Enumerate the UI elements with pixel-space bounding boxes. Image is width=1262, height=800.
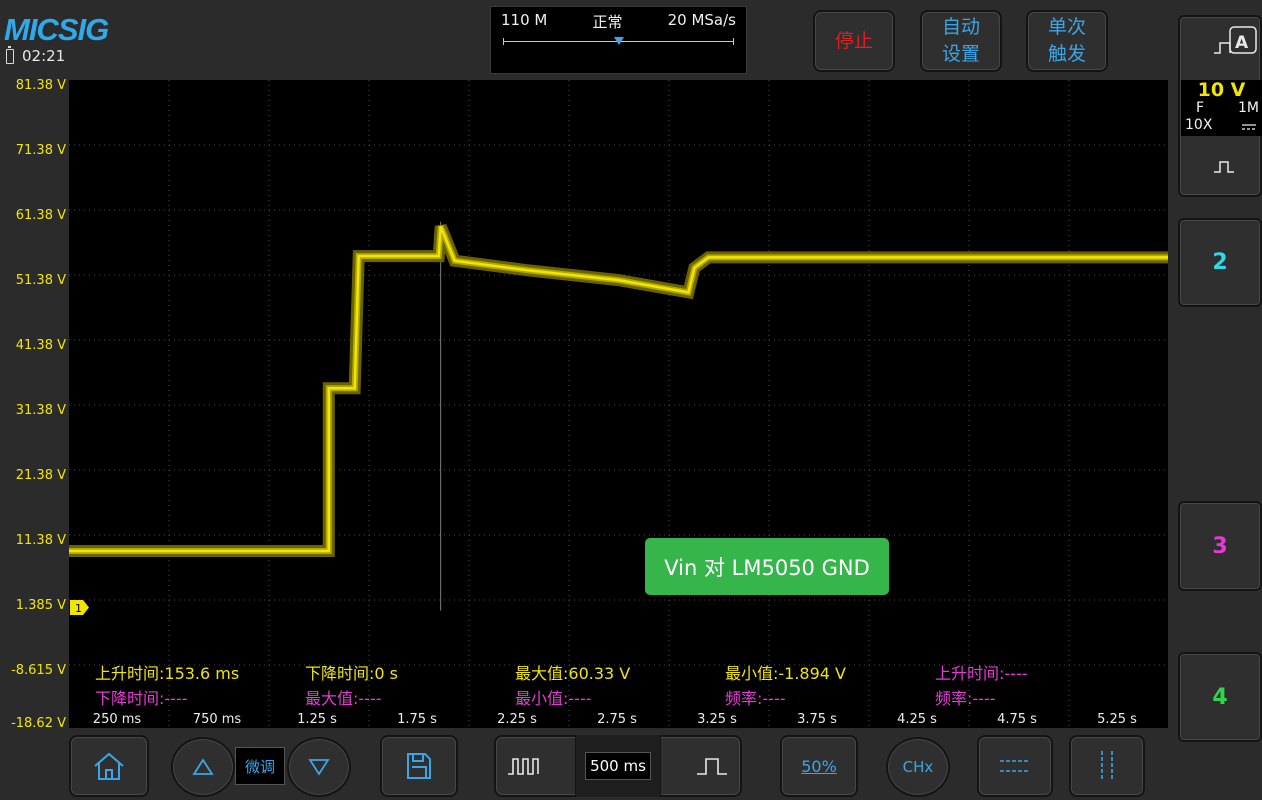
measurement-item: 最大值:---- [305,689,382,708]
single-trigger-button[interactable]: 单次 触发 [1026,10,1108,72]
timebase-decrease-icon[interactable] [506,754,542,778]
ch1-scale: 10 V [1197,79,1246,101]
x-axis-label: 2.25 s [497,712,537,727]
fine-up-button[interactable] [171,737,235,797]
ch1-impedance: 1M [1238,100,1259,116]
y-axis-label-text: 31.38 V [15,403,66,418]
y-axis-label: -18.62 V [0,716,68,731]
channel-select-label: CHx [902,758,934,776]
ch1-coupling: F [1196,100,1205,116]
ch3-button[interactable]: 3 [1178,501,1262,591]
sample-rate: 20 MSa/s [667,11,736,29]
home-button[interactable] [69,735,149,797]
micsig-logo: MICSIG [4,14,110,44]
battery-icon [6,45,14,64]
waveform-svg [69,80,1168,728]
horizontal-cursor-button[interactable] [977,735,1053,797]
y-axis-label-text: 61.38 V [15,208,66,223]
y-axis-label: 61.38 V [0,208,68,223]
vertical-cursor-button[interactable] [1069,735,1145,797]
y-axis-label: 31.38 V [0,403,68,418]
measurement-item: 频率:---- [935,689,996,708]
memory-depth: 110 M [501,11,548,29]
measurement-item: 最大值:60.33 V [515,664,631,683]
channel-select-button[interactable]: CHx [886,737,950,797]
y-axis-label-text: -18.62 V [11,716,66,731]
x-axis-label: 4.25 s [897,712,937,727]
measurement-item: 下降时间:0 s [305,664,398,683]
ch4-button[interactable]: 4 [1178,652,1262,742]
y-axis-label: 81.38 V [0,78,68,93]
status-row: 02:21 [6,45,66,66]
x-axis-label: 2.75 s [597,712,637,727]
x-axis-label: 1.75 s [397,712,437,727]
y-axis-label-text: 51.38 V [15,273,66,288]
y-axis-label-text: 21.38 V [15,468,66,483]
ch1-marker-label: 1 [75,602,82,615]
trigger-position-pointer-icon[interactable] [614,37,624,45]
measurement-item: 最小值:---- [515,689,592,708]
edge-trigger-icon [1214,42,1231,54]
acquisition-panel[interactable]: 110 M 正常 20 MSa/s [490,6,747,74]
triangle-up-icon [192,758,214,775]
measurement-item: 下降时间:---- [95,689,188,708]
ch2-button[interactable]: 2 [1178,218,1262,307]
y-axis-label-text: 81.38 V [15,78,66,93]
y-axis-label: 21.38 V [0,468,68,483]
auto-setup-button[interactable]: 自动 设置 [920,10,1002,72]
x-axis-label: 3.75 s [797,712,837,727]
x-axis-label: 1.25 s [297,712,337,727]
y-axis-label-text: -8.615 V [11,663,66,678]
svg-text:A: A [1235,33,1249,53]
pulse-icon [1214,161,1234,173]
timebase-control[interactable]: 500 ms [494,735,742,797]
x-axis-label: 3.25 s [697,712,737,727]
fine-down-button[interactable] [287,737,351,797]
x-axis-label: 4.75 s [997,712,1037,727]
x-axis-label: 750 ms [192,712,242,727]
ch1-probe: 10X [1185,117,1213,133]
timebase-value: 500 ms [585,752,651,780]
measurement-item: 上升时间:---- [935,664,1028,683]
home-icon [94,752,124,780]
fine-adjust-label[interactable]: 微调 [235,747,285,785]
clock: 02:21 [22,47,66,65]
measurement-item: 频率:---- [725,689,786,708]
annotation-label[interactable]: Vin 对 LM5050 GND [645,538,889,595]
x-axis-label: 5.25 s [1097,712,1137,727]
y-axis-label-text: 41.38 V [15,338,66,353]
waveform-envelope [69,224,1168,557]
ch1-ground-marker[interactable]: 1 [70,600,90,615]
y-axis-label-text: 11.38 V [15,533,66,548]
trigger-50-button[interactable]: 50% [780,735,858,797]
vertical-cursor-icon [1101,751,1113,781]
trigger-50-label: 50% [801,756,837,776]
triangle-down-icon [308,759,330,776]
y-axis-label-text: 71.38 V [15,143,66,158]
timebase-increase-icon[interactable] [694,754,730,778]
y-axis-label: -8.615 V [0,663,68,678]
y-axis-label: 71.38 V [0,143,68,158]
horizontal-cursor-icon [1000,760,1030,772]
measurement-item: 上升时间:153.6 ms [95,664,240,683]
y-axis-label: 41.38 V [0,338,68,353]
y-axis-label: 51.38 V [0,273,68,288]
stop-button[interactable]: 停止 [813,10,895,72]
waveform-display[interactable] [69,80,1168,728]
save-button[interactable] [380,735,458,797]
measurement-item: 最小值:-1.894 V [725,664,847,683]
y-axis-label-text: 1.385 V [15,598,66,613]
x-axis-label: 250 ms [92,712,142,727]
acq-mode: 正常 [592,13,623,31]
dc-coupling-icon [1242,124,1256,130]
svg-text:MICSIG: MICSIG [4,14,109,44]
y-axis-label: 11.38 V [0,533,68,548]
ch1-info-panel[interactable]: 10 V F 1M 10X [1181,79,1262,136]
y-axis-label: 1.385 V [0,598,68,613]
save-icon [407,753,431,779]
